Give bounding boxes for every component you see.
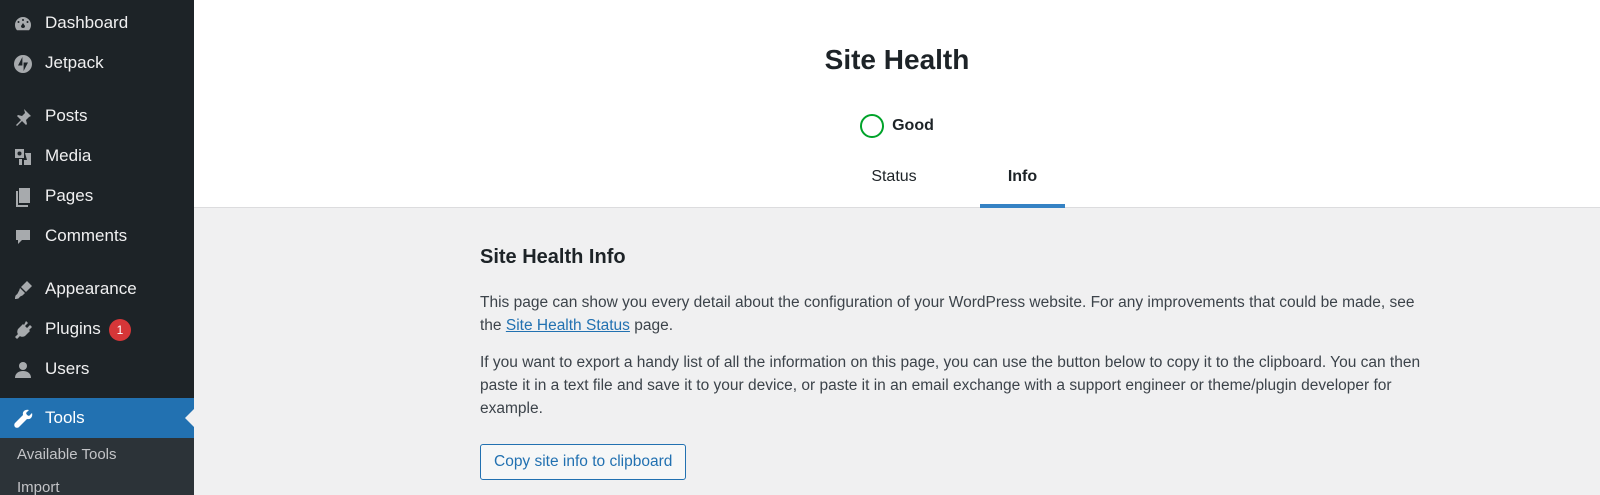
- site-health-status-link[interactable]: Site Health Status: [506, 317, 630, 334]
- admin-sidebar: Dashboard Jetpack Posts Media Pages Comm…: [0, 0, 194, 495]
- tab-status[interactable]: Status: [850, 168, 938, 208]
- section-title: Site Health Info: [480, 246, 626, 268]
- user-icon: [12, 359, 34, 381]
- sidebar-item-pages[interactable]: Pages: [0, 176, 194, 216]
- intro-text-end: page.: [629, 317, 674, 334]
- sidebar-item-tools[interactable]: Tools: [0, 398, 194, 438]
- sidebar-item-dashboard[interactable]: Dashboard: [0, 3, 194, 43]
- tools-submenu: Available Tools Import: [0, 438, 194, 495]
- sidebar-item-appearance[interactable]: Appearance: [0, 269, 194, 309]
- intro-paragraph: This page can show you every detail abou…: [480, 291, 1440, 337]
- pages-icon: [12, 186, 34, 208]
- sidebar-item-media[interactable]: Media: [0, 136, 194, 176]
- sidebar-item-label: Posts: [45, 106, 88, 125]
- comment-icon: [12, 226, 34, 248]
- copy-site-info-button[interactable]: Copy site info to clipboard: [480, 444, 687, 480]
- wrench-icon: [12, 408, 34, 430]
- site-health-header: Site Health Good Status Info: [194, 0, 1600, 208]
- plugin-icon: [12, 319, 34, 341]
- sidebar-item-posts[interactable]: Posts: [0, 96, 194, 136]
- media-icon: [12, 146, 34, 168]
- sidebar-item-label: Pages: [45, 186, 94, 205]
- status-label: Good: [892, 117, 934, 134]
- sidebar-item-label: Tools: [45, 408, 85, 427]
- page-title: Site Health: [824, 44, 970, 75]
- brush-icon: [12, 279, 34, 301]
- dashboard-icon: [12, 13, 34, 35]
- submenu-item-import[interactable]: Import: [17, 479, 60, 495]
- sidebar-item-label: Plugins: [45, 319, 101, 338]
- sidebar-item-label: Media: [45, 146, 92, 165]
- sidebar-item-label: Appearance: [45, 279, 137, 298]
- jetpack-icon: [12, 53, 34, 75]
- sidebar-item-jetpack[interactable]: Jetpack: [0, 43, 194, 83]
- site-health-info-section: Site Health Info This page can show you …: [480, 246, 1440, 480]
- sidebar-item-label: Jetpack: [45, 53, 104, 72]
- sidebar-item-label: Users: [45, 359, 90, 378]
- health-status: Good: [194, 114, 1600, 138]
- sidebar-item-label: Dashboard: [45, 13, 129, 32]
- export-paragraph: If you want to export a handy list of al…: [480, 354, 1421, 417]
- submenu-item-available-tools[interactable]: Available Tools: [17, 446, 117, 463]
- sidebar-item-comments[interactable]: Comments: [0, 216, 194, 256]
- pin-icon: [12, 106, 34, 128]
- sidebar-item-plugins[interactable]: Plugins 1: [0, 309, 194, 349]
- status-circle-icon: [860, 114, 885, 138]
- sidebar-item-label: Comments: [45, 226, 128, 245]
- tab-info[interactable]: Info: [980, 168, 1065, 208]
- sidebar-item-users[interactable]: Users: [0, 349, 194, 389]
- update-count-badge: 1: [109, 319, 131, 341]
